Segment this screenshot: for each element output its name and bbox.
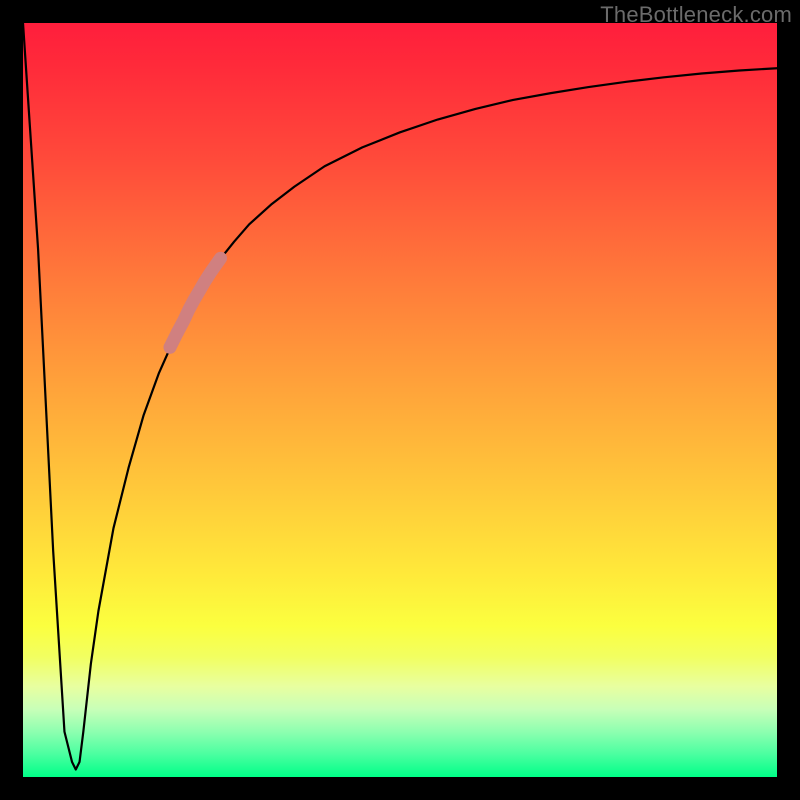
chart-svg [23,23,777,777]
plot-area [23,23,777,777]
chart-frame: TheBottleneck.com [0,0,800,800]
marker-dot [164,341,177,354]
bottleneck-curve [23,23,777,769]
highlighted-markers [164,258,221,353]
marker-dot [171,326,184,339]
watermark-text: TheBottleneck.com [600,2,792,28]
